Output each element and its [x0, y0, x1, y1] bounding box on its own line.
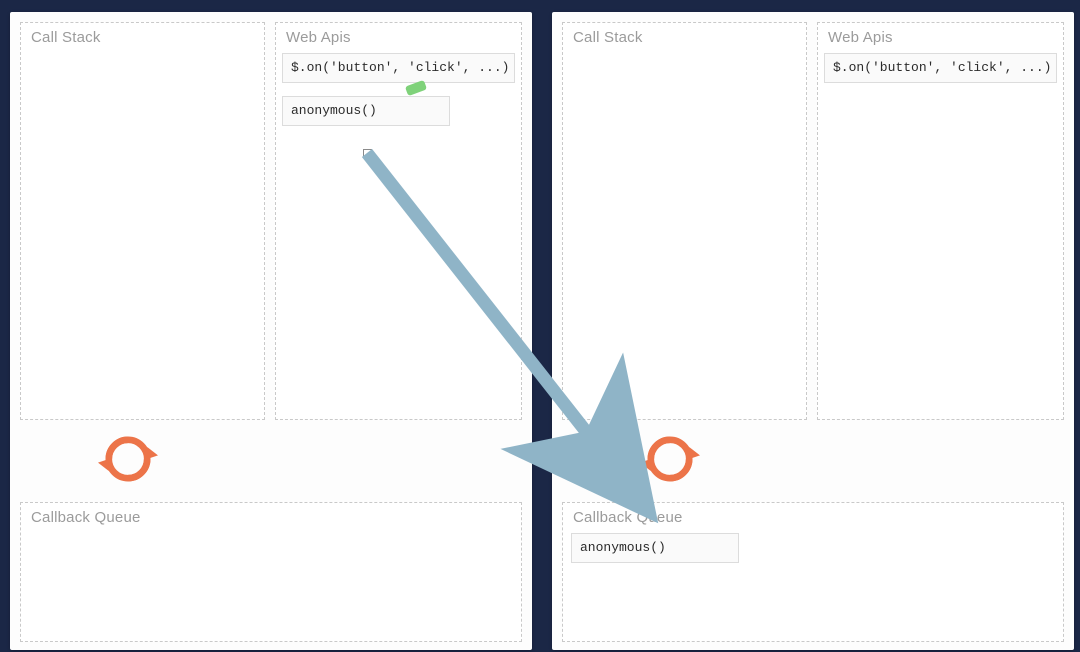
diagram-panel-left: Call Stack Web Apis $.on('button', 'clic…: [10, 12, 532, 650]
wechat-icon: [954, 614, 976, 636]
callback-queue-box: Callback Queue: [20, 502, 522, 642]
web-api-item: $.on('button', 'click', ...): [282, 53, 515, 83]
drag-handle-icon: [613, 469, 622, 478]
event-loop-icon: [98, 429, 158, 489]
callback-queue-item: anonymous(): [571, 533, 739, 563]
web-api-item: anonymous(): [282, 96, 450, 126]
web-api-item: $.on('button', 'click', ...): [824, 53, 1057, 83]
call-stack-box: Call Stack: [562, 22, 807, 420]
web-apis-box: Web Apis $.on('button', 'click', ...) an…: [275, 22, 522, 420]
watermark: 杭州前端: [954, 611, 1062, 638]
event-loop-icon: [640, 429, 700, 489]
callback-queue-title: Callback Queue: [573, 509, 683, 526]
web-apis-title: Web Apis: [286, 29, 351, 46]
call-stack-title: Call Stack: [573, 29, 643, 46]
call-stack-title: Call Stack: [31, 29, 101, 46]
web-apis-title: Web Apis: [828, 29, 893, 46]
watermark-text: 杭州前端: [982, 611, 1062, 638]
drag-handle-icon: [363, 149, 372, 158]
call-stack-box: Call Stack: [20, 22, 265, 420]
web-apis-box: Web Apis $.on('button', 'click', ...): [817, 22, 1064, 420]
diagram-panel-right: Call Stack Web Apis $.on('button', 'clic…: [552, 12, 1074, 650]
callback-queue-title: Callback Queue: [31, 509, 141, 526]
